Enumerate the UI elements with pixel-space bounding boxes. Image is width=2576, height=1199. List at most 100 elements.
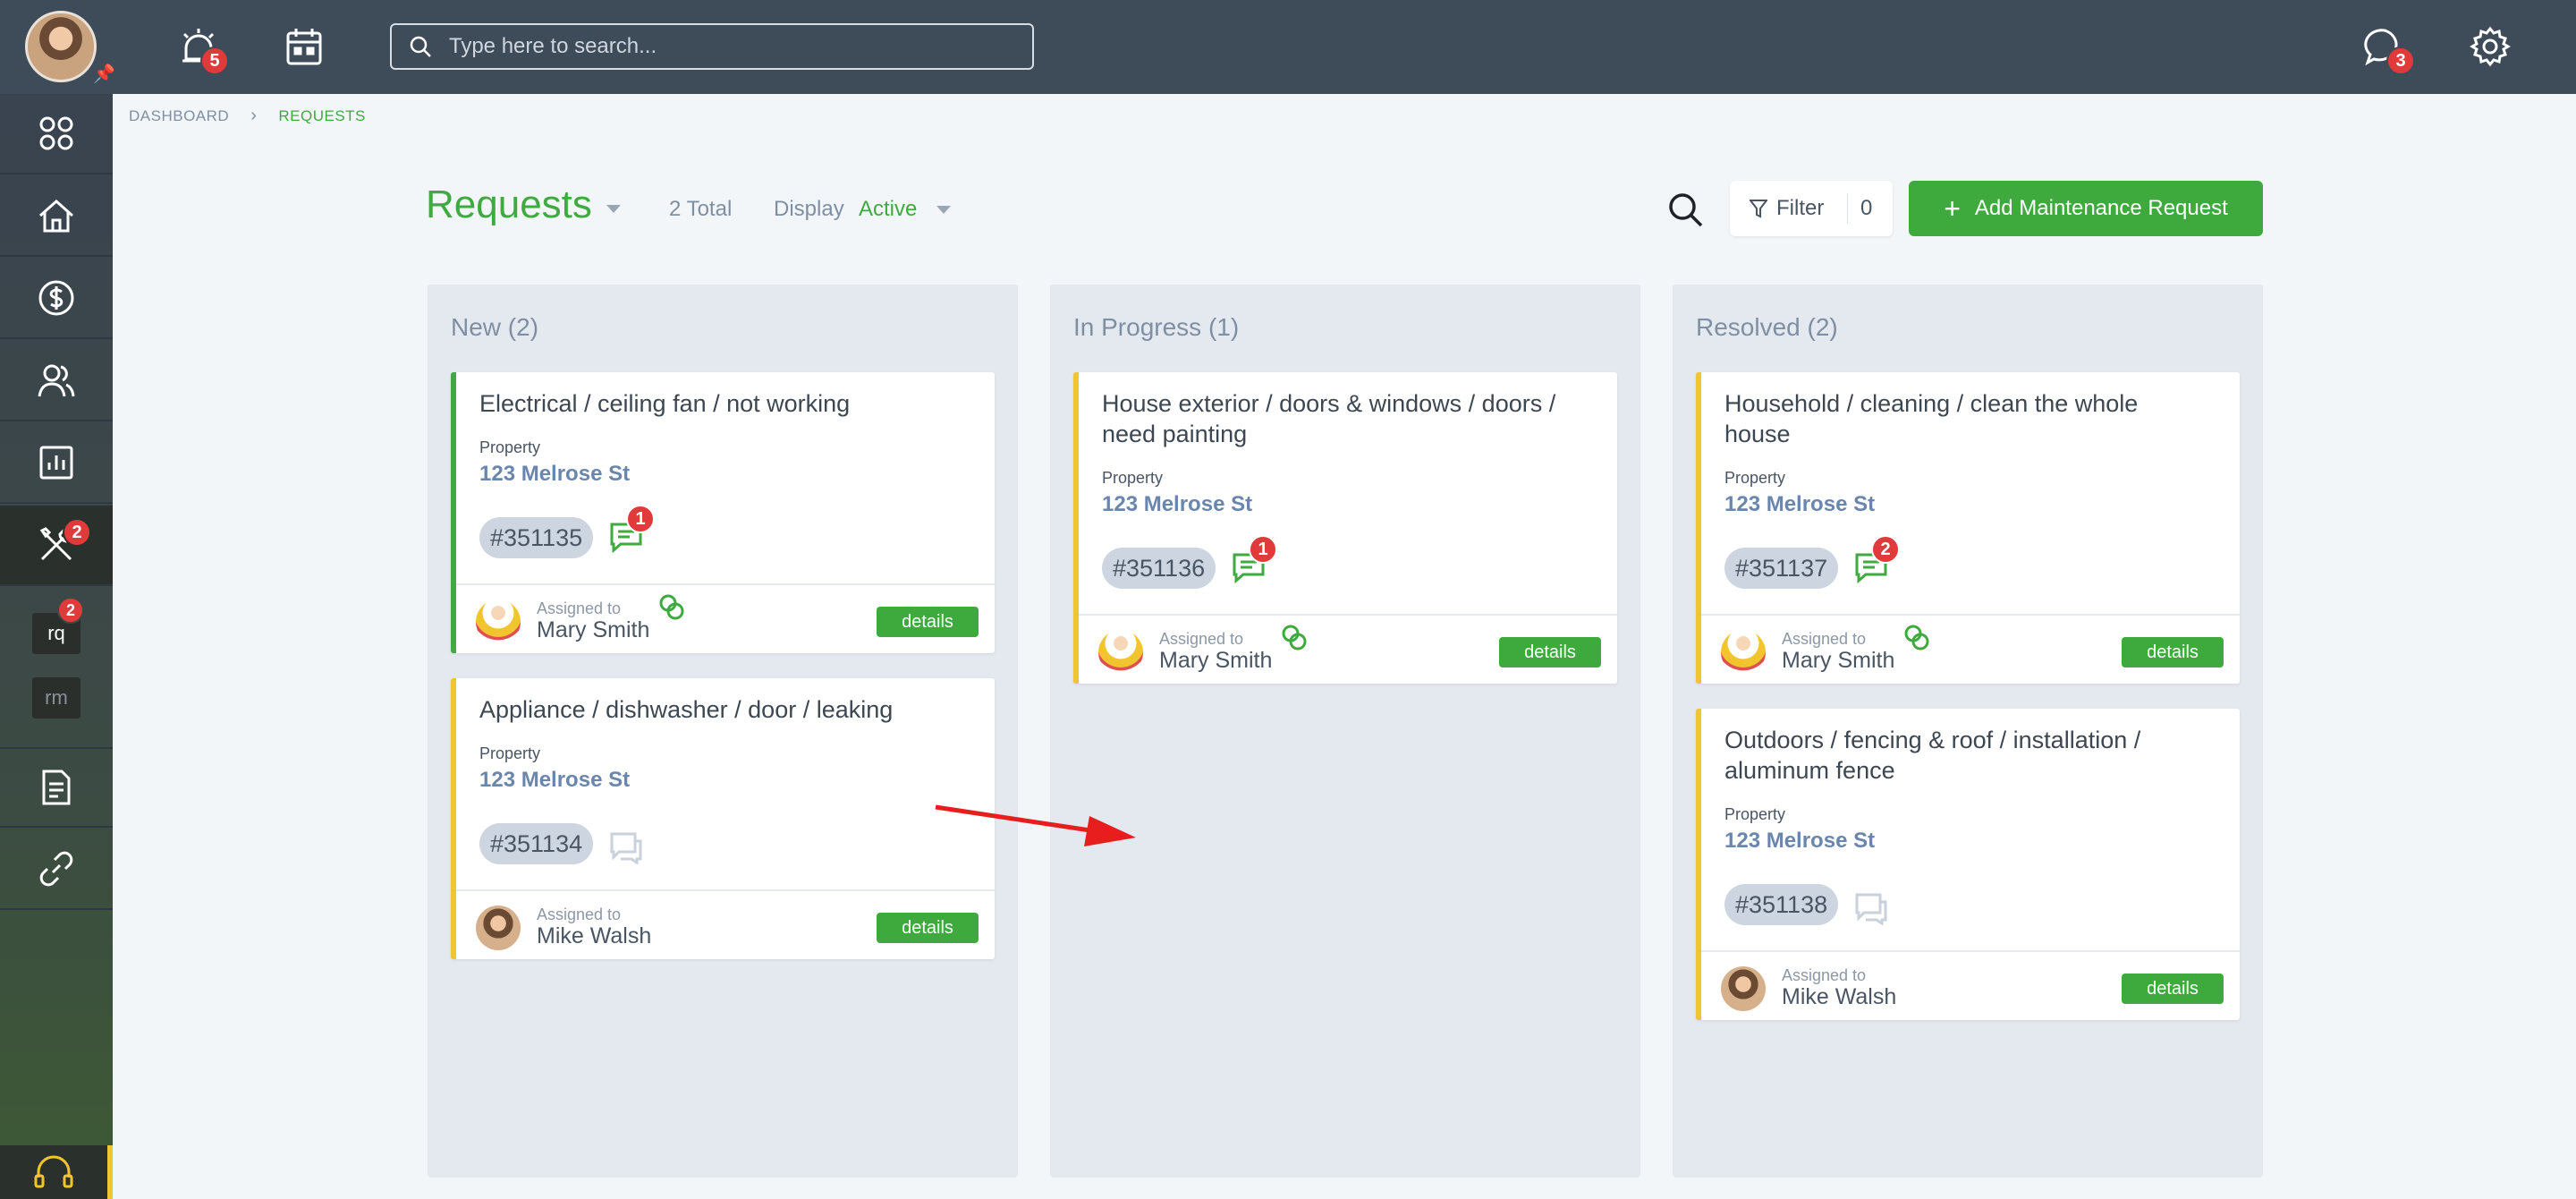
headset-icon [34,1155,73,1188]
comments-button[interactable] [1853,889,1889,926]
reassign-icon[interactable] [657,592,687,623]
property-link[interactable]: 123 Melrose St [1724,492,1875,517]
breadcrumb-dashboard[interactable]: DASHBOARD [129,107,229,125]
notifications-badge: 5 [200,47,229,75]
comments-badge: 1 [626,505,655,533]
sidebar-sub-rq[interactable]: rq 2 [32,597,84,654]
chevron-down-icon[interactable] [606,205,621,213]
search-input[interactable] [449,34,1004,59]
sidebar-item-reports[interactable] [0,423,113,504]
sidebar-item-finance[interactable] [0,259,113,339]
card-footer: Assigned to Mike Walsh details [1701,950,2240,1020]
avatar [1098,630,1143,675]
assignee-name: Mary Smith [1782,648,1895,673]
property-label: Property [1724,469,1786,487]
details-button[interactable]: details [1499,637,1601,668]
gear-icon [2470,26,2511,67]
request-card[interactable]: Household / cleaning / clean the whole h… [1696,372,2240,684]
filter-icon [1750,200,1767,218]
filter-count: 0 [1860,196,1873,220]
sidebar-item-dashboard[interactable] [0,94,113,174]
assignee-name: Mike Walsh [537,923,652,948]
document-icon [42,770,71,805]
comments-button[interactable]: 2 [1853,535,1900,585]
column-title: Resolved (2) [1696,313,1838,341]
help-button[interactable] [0,1145,113,1199]
details-button[interactable]: details [2122,637,2224,668]
property-link[interactable]: 123 Melrose St [1724,829,1875,854]
breadcrumb-requests: REQUESTS [278,106,366,124]
column-in-progress: In Progress (1) House exterior / doors &… [1050,285,1640,1178]
plus-icon: + [1944,192,1961,225]
sidebar-item-documents[interactable] [0,747,113,828]
total-count: 2 Total [669,197,733,221]
details-button[interactable]: details [877,607,979,637]
reassign-icon[interactable] [1902,623,1932,653]
reassign-icon[interactable] [1279,623,1309,653]
sidebar-item-maintenance[interactable]: 2 [0,506,113,586]
sidebar-sub-rm[interactable]: rm [32,677,80,719]
request-card[interactable]: Appliance / dishwasher / door / leaking … [451,678,995,959]
request-id: #351138 [1724,884,1839,925]
user-avatar[interactable] [25,11,97,82]
sidebar-item-people[interactable] [0,341,113,421]
comments-button[interactable]: 1 [1231,535,1277,585]
search-box[interactable] [390,23,1034,70]
avatar [476,600,521,644]
card-footer: Assigned to Mike Walsh details [456,889,995,959]
property-label: Property [479,744,541,762]
dollar-icon [38,280,74,316]
sidebar-item-links[interactable] [0,829,113,910]
filter-button[interactable]: Filter 0 [1730,181,1893,236]
property-link[interactable]: 123 Melrose St [1102,492,1252,517]
request-id: #351136 [1102,548,1216,589]
details-button[interactable]: details [877,913,979,943]
filter-label: Filter [1776,196,1825,220]
request-card[interactable]: Electrical / ceiling fan / not working P… [451,372,995,653]
property-label: Property [479,438,541,456]
request-id: #351135 [479,517,594,558]
breadcrumb: DASHBOARD › REQUESTS [129,106,366,126]
column-new: New (2) Electrical / ceiling fan / not w… [428,285,1018,1178]
link-icon [39,851,73,887]
card-title: Outdoors / fencing & roof / installation… [1724,727,2141,784]
pin-icon[interactable]: 📌 [93,63,115,85]
sidebar-sub-label: rq [47,622,65,644]
assigned-label: Assigned to [537,600,622,617]
comments-button[interactable]: 1 [608,505,655,555]
card-title: Electrical / ceiling fan / not working [479,390,851,417]
request-card[interactable]: Outdoors / fencing & roof / installation… [1696,709,2240,1020]
chevron-down-icon[interactable] [936,206,951,214]
property-link[interactable]: 123 Melrose St [479,462,630,487]
search-button[interactable] [1665,190,1705,229]
comments-button[interactable] [608,829,644,865]
sidebar-item-home[interactable] [0,176,113,257]
request-id: #351137 [1724,548,1839,589]
display-label: Display [774,197,844,221]
chart-icon [39,446,73,480]
card-footer: Assigned to Mary Smith details [1079,614,1617,684]
messages-button[interactable]: 3 [2363,25,2415,75]
assignee-name: Mary Smith [1159,648,1273,673]
assigned-label: Assigned to [1782,630,1867,648]
settings-button[interactable] [2469,25,2512,68]
notifications-button[interactable]: 5 [177,25,229,75]
display-select[interactable]: Active [859,197,917,222]
assigned-label: Assigned to [1159,630,1244,648]
assignee-name: Mary Smith [537,617,650,642]
add-maintenance-request-button[interactable]: + Add Maintenance Request [1909,181,2263,236]
users-icon [38,364,75,397]
card-footer: Assigned to Mary Smith details [456,583,995,653]
search-icon [1669,193,1703,227]
assigned-label: Assigned to [1782,966,1867,984]
card-footer: Assigned to Mary Smith details [1701,614,2240,684]
request-card[interactable]: House exterior / doors & windows / doors… [1073,372,1617,684]
chevron-right-icon: › [250,106,258,125]
comments-badge: 1 [1249,535,1277,564]
calendar-button[interactable] [283,25,326,68]
page-title[interactable]: Requests [426,183,592,227]
details-button[interactable]: details [2122,974,2224,1004]
avatar [1721,630,1766,675]
property-link[interactable]: 123 Melrose St [479,768,630,793]
card-title: Household / cleaning / clean the whole h… [1724,390,2139,447]
